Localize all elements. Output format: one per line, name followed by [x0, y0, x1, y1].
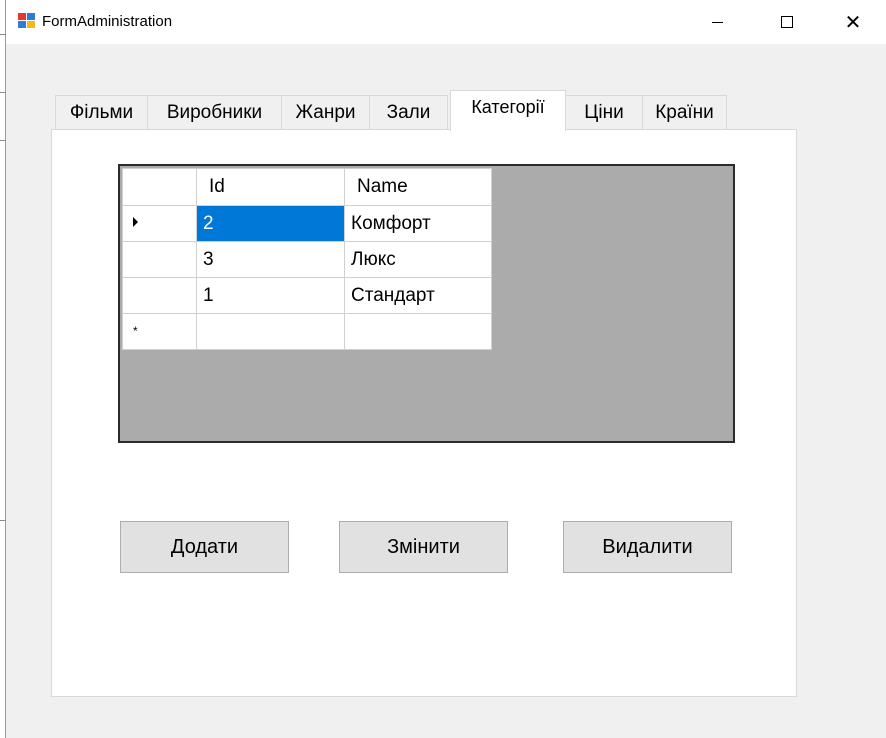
cell-name[interactable]: Комфорт	[344, 205, 492, 242]
table-row[interactable]: 3 Люкс	[122, 241, 492, 278]
tab-countries[interactable]: Країни	[642, 95, 727, 130]
cell-id[interactable]: 2	[196, 205, 345, 242]
current-row-arrow-icon	[133, 217, 138, 227]
cell-name[interactable]: Люкс	[344, 241, 492, 278]
new-row-marker: *	[133, 324, 138, 338]
delete-button[interactable]: Видалити	[563, 521, 732, 573]
column-header-id[interactable]: Id	[196, 168, 345, 206]
cell-name[interactable]: Стандарт	[344, 277, 492, 314]
cell-id[interactable]: 3	[196, 241, 345, 278]
winforms-app-icon	[18, 13, 36, 29]
window-title: FormAdministration	[42, 13, 173, 30]
cell-id[interactable]	[196, 313, 345, 350]
icon-quadrant	[18, 13, 26, 20]
close-icon: ✕	[844, 10, 862, 34]
categories-data-grid[interactable]: Id Name 2 Комфорт 3 Люкс 1 Стандарт *	[118, 164, 735, 443]
tab-films[interactable]: Фільми	[55, 95, 148, 130]
title-bar[interactable]: FormAdministration ✕	[6, 0, 886, 44]
edit-button[interactable]: Змінити	[339, 521, 508, 573]
tab-halls[interactable]: Зали	[369, 95, 448, 130]
new-row[interactable]: *	[122, 313, 492, 350]
cell-id[interactable]: 1	[196, 277, 345, 314]
maximize-icon	[781, 16, 793, 28]
row-header[interactable]: *	[122, 313, 197, 350]
column-header-name[interactable]: Name	[344, 168, 492, 206]
add-button[interactable]: Додати	[120, 521, 289, 573]
row-header[interactable]	[122, 205, 197, 242]
edge-tick	[0, 140, 6, 141]
grid-corner-header[interactable]	[122, 168, 197, 206]
table-row[interactable]: 1 Стандарт	[122, 277, 492, 314]
edge-tick	[0, 92, 6, 93]
tab-categories[interactable]: Категорії	[450, 90, 566, 131]
grid-table: Id Name 2 Комфорт 3 Люкс 1 Стандарт *	[122, 168, 492, 350]
minimize-icon	[711, 21, 723, 23]
edge-tick	[0, 520, 6, 521]
icon-quadrant	[18, 21, 26, 28]
maximize-button[interactable]	[764, 0, 810, 44]
row-header[interactable]	[122, 241, 197, 278]
tab-prices[interactable]: Ціни	[565, 95, 643, 130]
close-button[interactable]: ✕	[830, 0, 876, 44]
left-window-edge	[0, 0, 6, 738]
tab-genres[interactable]: Жанри	[281, 95, 370, 130]
tab-producers[interactable]: Виробники	[147, 95, 282, 130]
grid-header-row: Id Name	[122, 168, 492, 206]
row-header[interactable]	[122, 277, 197, 314]
cell-name[interactable]	[344, 313, 492, 350]
icon-quadrant	[27, 21, 35, 28]
icon-quadrant	[27, 13, 35, 20]
minimize-button[interactable]	[694, 0, 740, 44]
table-row[interactable]: 2 Комфорт	[122, 205, 492, 242]
